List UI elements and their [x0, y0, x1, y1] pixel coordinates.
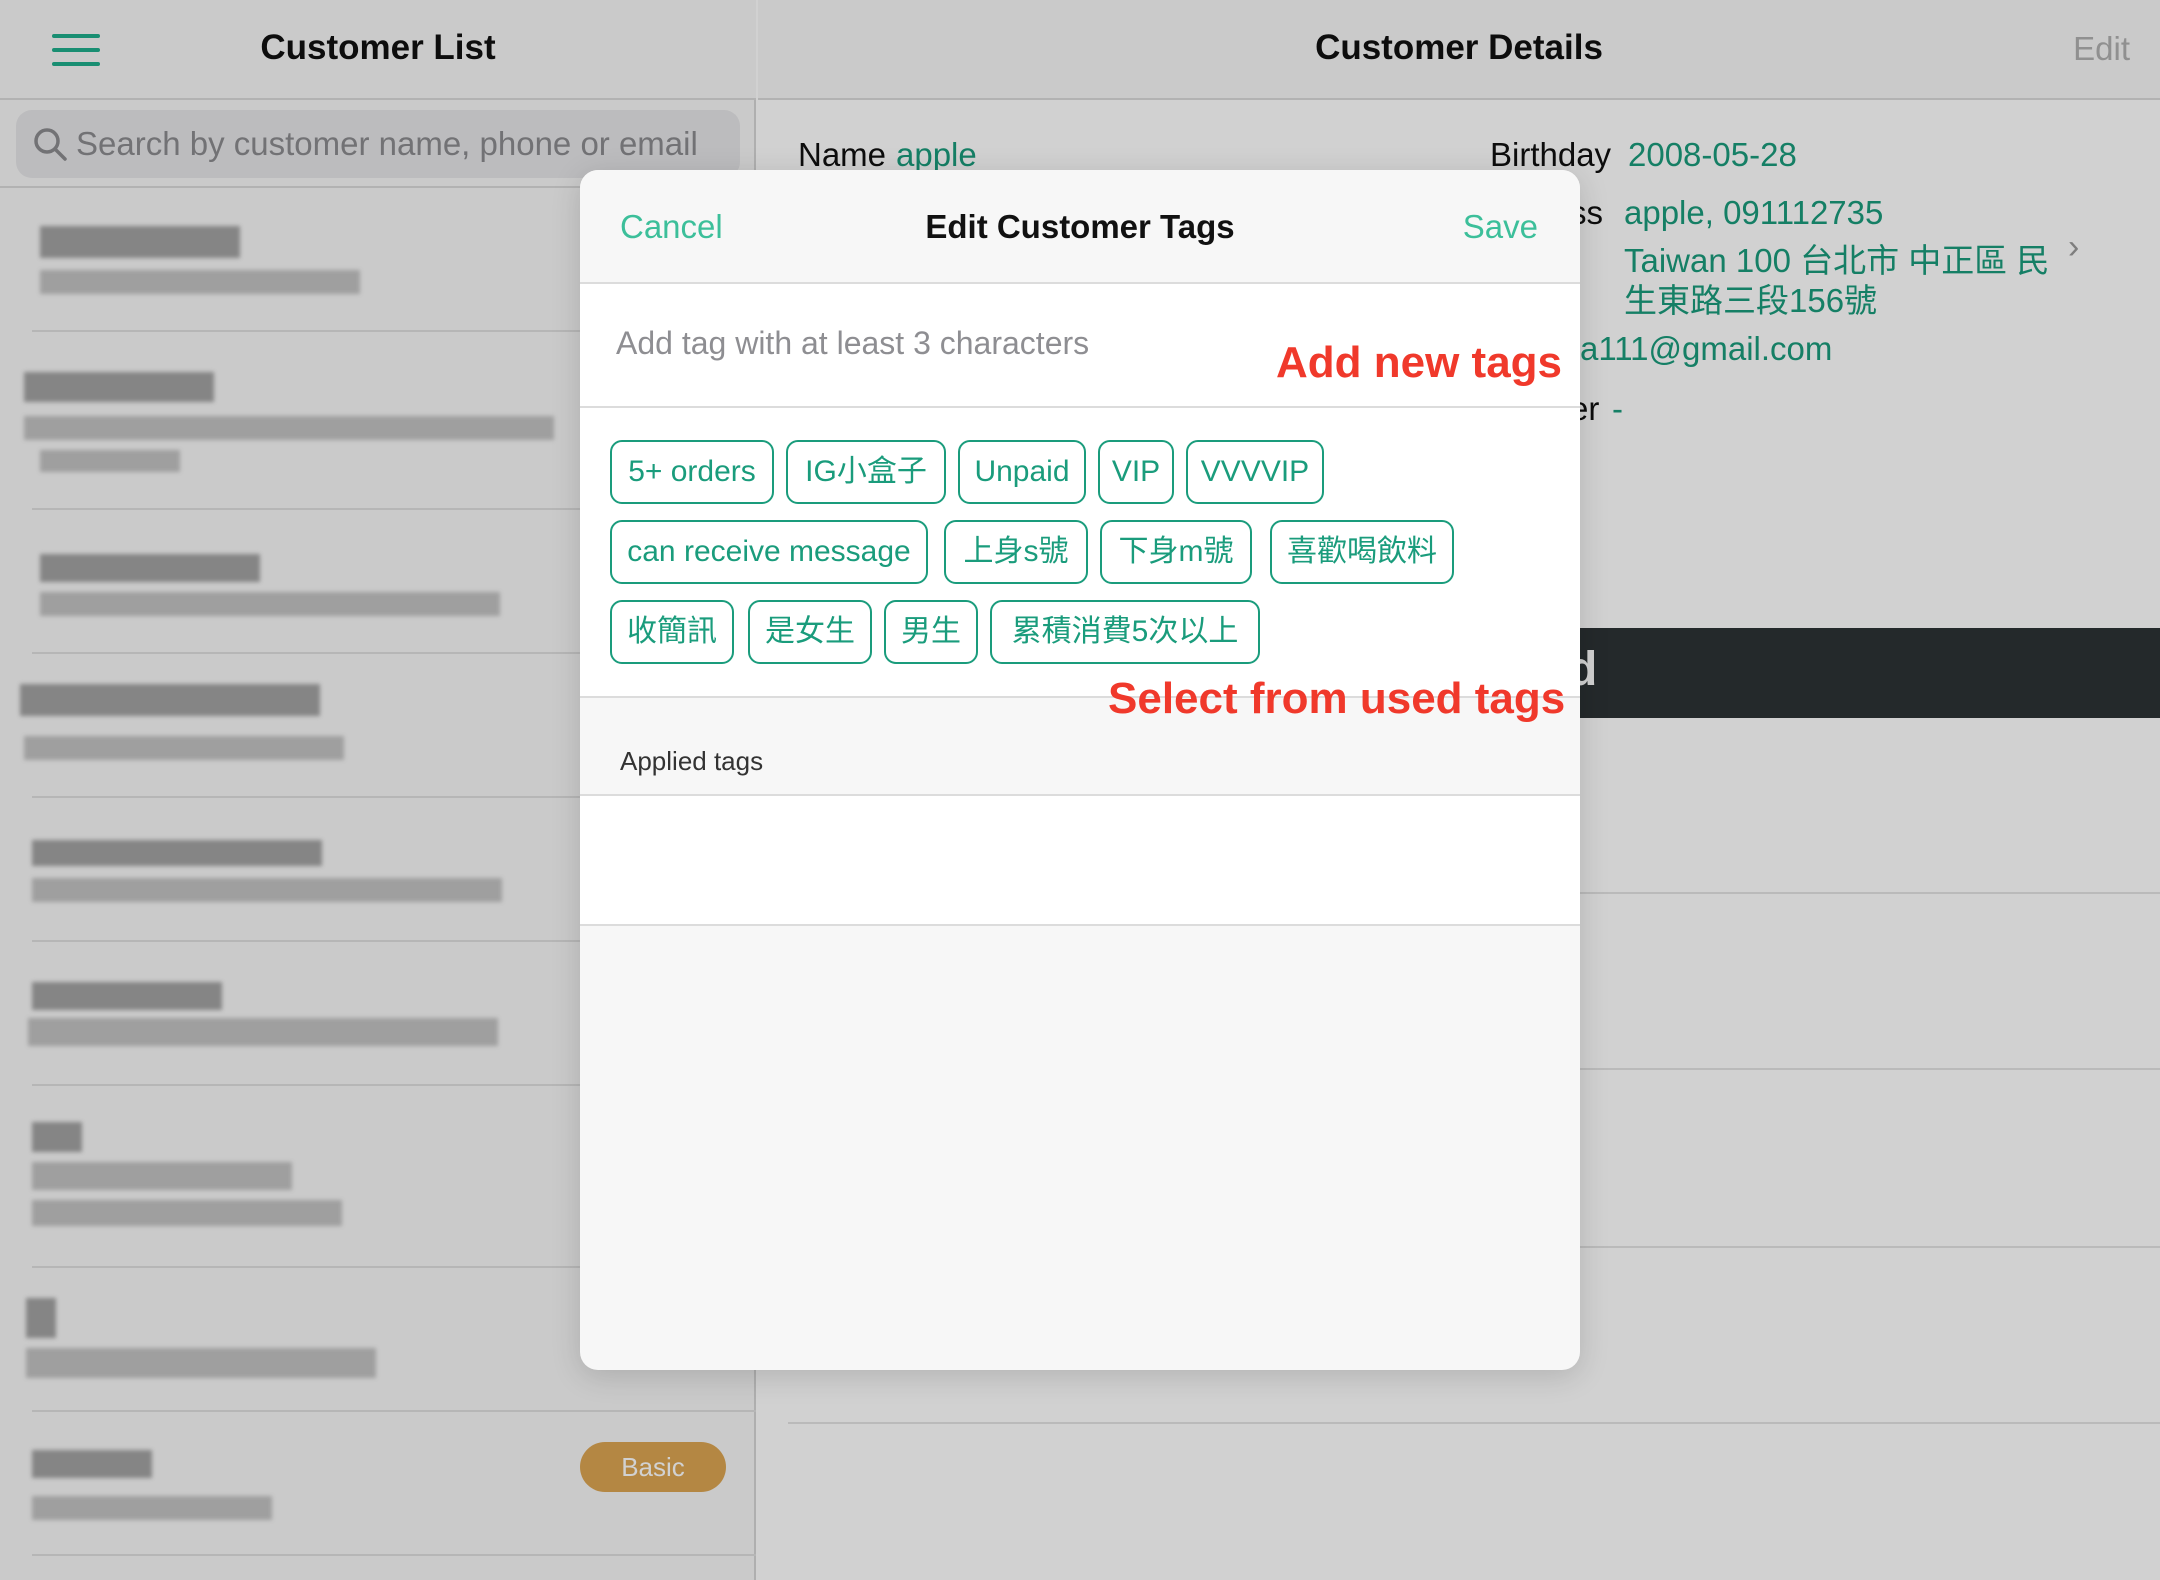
tag-chip[interactable]: 下身m號 [1100, 520, 1252, 584]
tag-chip[interactable]: 收簡訊 [610, 600, 734, 664]
tag-input[interactable] [616, 318, 1236, 368]
applied-tags-label: Applied tags [620, 746, 764, 776]
tag-chip[interactable]: IG小盒子 [786, 440, 946, 504]
used-tags-area: 5+ orders IG小盒子 Unpaid VIP VVVVIP can re… [580, 408, 1580, 698]
tag-chip[interactable]: 是女生 [748, 600, 872, 664]
annotation-select-tags: Select from used tags [1108, 674, 1566, 723]
tag-chip[interactable]: VVVVIP [1186, 440, 1324, 504]
tag-chip[interactable]: 喜歡喝飲料 [1270, 520, 1454, 584]
edit-tags-modal: Cancel Edit Customer Tags Save Add new t… [580, 170, 1580, 1370]
tag-chip[interactable]: 5+ orders [610, 440, 774, 504]
annotation-add-tags: Add new tags [1276, 338, 1563, 387]
tag-chip[interactable]: 上身s號 [944, 520, 1088, 584]
modal-header: Cancel Edit Customer Tags Save [580, 170, 1580, 284]
applied-tags-area[interactable] [580, 794, 1580, 926]
modal-title: Edit Customer Tags [925, 208, 1235, 245]
tag-chip[interactable]: 累積消費5次以上 [990, 600, 1260, 664]
tag-chip[interactable]: can receive message [610, 520, 928, 584]
save-button[interactable]: Save [1463, 208, 1538, 246]
tag-chip[interactable]: 男生 [884, 600, 978, 664]
tag-chip[interactable]: VIP [1098, 440, 1174, 504]
tag-chip[interactable]: Unpaid [958, 440, 1086, 504]
